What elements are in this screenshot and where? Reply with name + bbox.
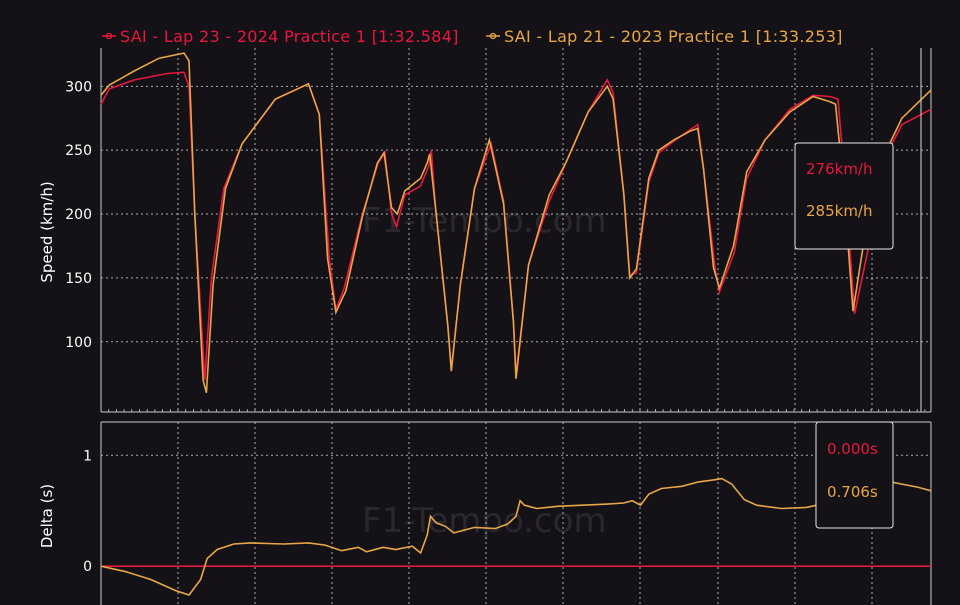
speed-tooltip-lap-a: 276km/h xyxy=(806,160,873,178)
speed-axis-title: Speed (km/h) xyxy=(38,181,56,282)
y-tick-label: 150 xyxy=(65,271,92,287)
legend-item-lap-b[interactable]: SAI - Lap 21 - 2023 Practice 1 [1:33.253… xyxy=(486,27,843,46)
y-tick-label: 0 xyxy=(83,559,92,575)
delta-tooltip: 0.000s 0.706s xyxy=(815,421,894,529)
y-tick-label: 250 xyxy=(65,143,92,159)
telemetry-chart: SAI - Lap 23 - 2024 Practice 1 [1:32.584… xyxy=(38,27,932,605)
y-tick-label: 1 xyxy=(83,448,92,464)
speed-y-ticks: 100 150 200 250 300 xyxy=(65,79,92,350)
delta-axis-title: Delta (s) xyxy=(38,484,56,548)
legend-item-lap-a[interactable]: SAI - Lap 23 - 2024 Practice 1 [1:32.584… xyxy=(102,27,459,46)
legend-label-lap-a: SAI - Lap 23 - 2024 Practice 1 [1:32.584… xyxy=(120,27,459,46)
delta-tooltip-lap-b: 0.706s xyxy=(827,483,878,501)
speed-tooltip: 276km/h 285km/h xyxy=(794,142,894,250)
watermark-delta: F1-Tempo.com xyxy=(362,501,607,541)
y-tick-label: 300 xyxy=(65,79,92,95)
delta-tooltip-lap-a: 0.000s xyxy=(827,440,878,458)
delta-panel: F1-Tempo.com 01 Delta (s) xyxy=(38,421,932,605)
delta-y-ticks: 01 xyxy=(83,448,92,575)
y-tick-label: 200 xyxy=(65,207,92,223)
legend-label-lap-b: SAI - Lap 21 - 2023 Practice 1 [1:33.253… xyxy=(504,27,843,46)
y-tick-label: 100 xyxy=(65,335,92,351)
speed-tooltip-lap-b: 285km/h xyxy=(806,202,873,220)
chart-legend: SAI - Lap 23 - 2024 Practice 1 [1:32.584… xyxy=(102,27,843,46)
